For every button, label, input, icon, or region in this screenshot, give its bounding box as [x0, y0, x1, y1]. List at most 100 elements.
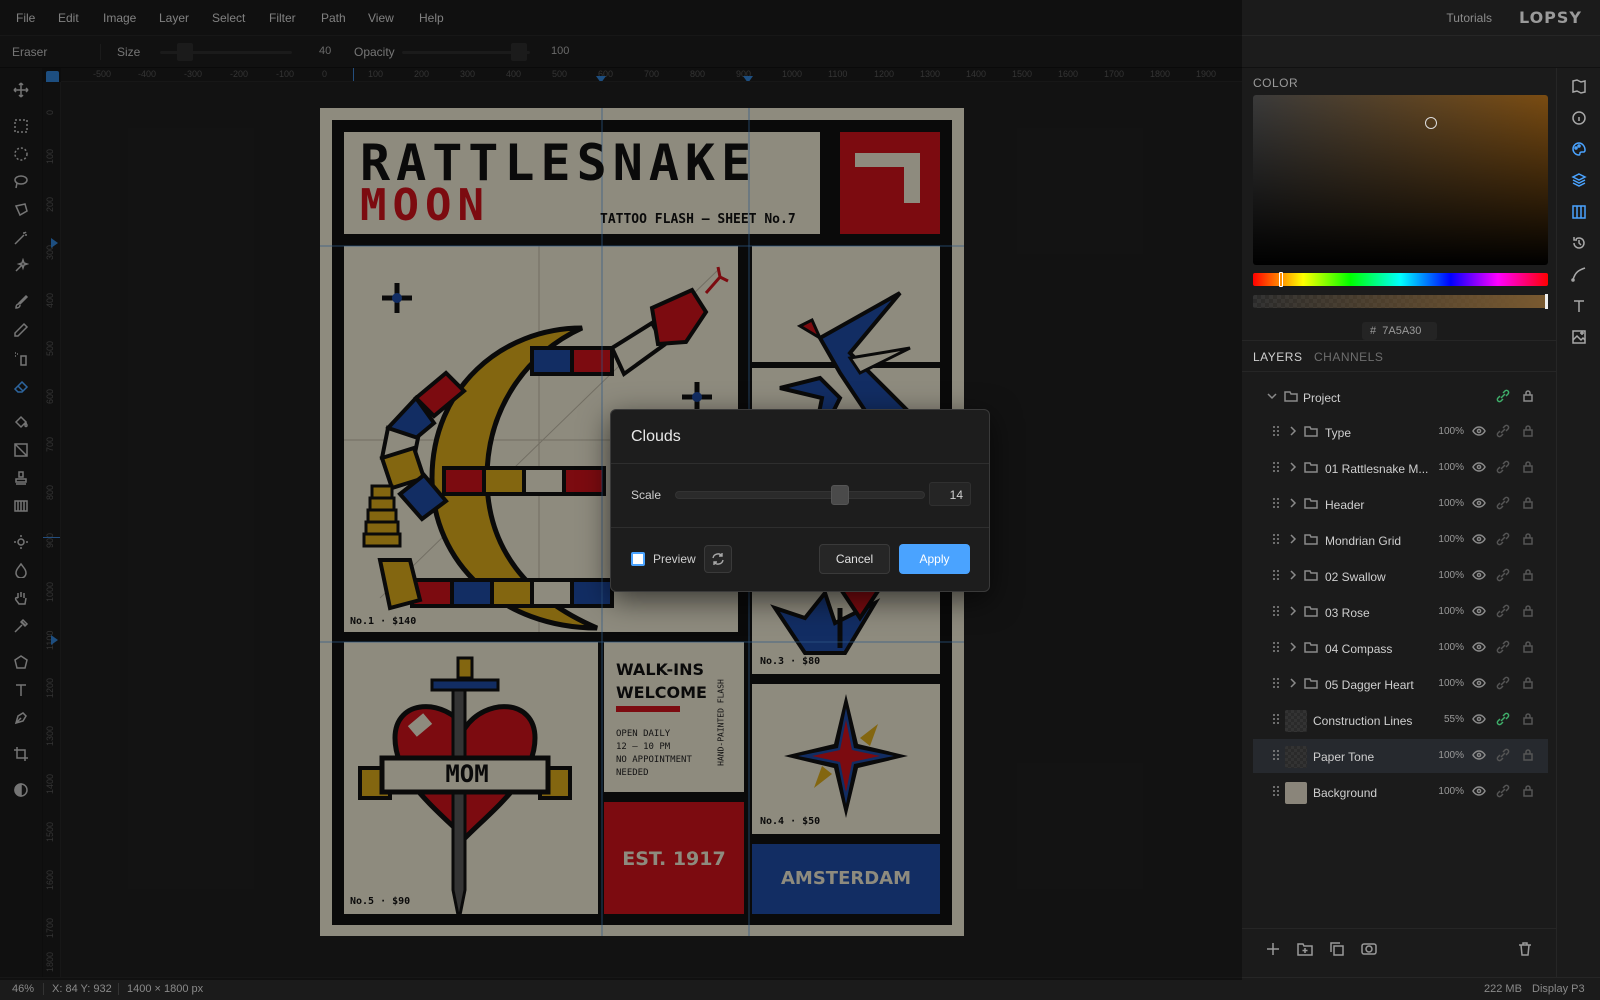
- smudge-icon[interactable]: [11, 560, 31, 580]
- quick-select-icon[interactable]: [11, 256, 31, 276]
- delete-layer-icon[interactable]: [1517, 941, 1535, 959]
- menu-edit[interactable]: Edit: [58, 11, 79, 25]
- text-tool-icon[interactable]: [11, 680, 31, 700]
- layers-icon[interactable]: [1569, 170, 1589, 190]
- polygon-lasso-icon[interactable]: [11, 200, 31, 220]
- drag-handle-icon[interactable]: [1269, 532, 1285, 548]
- layer-row[interactable]: Header 100%: [1253, 487, 1548, 521]
- eye-icon[interactable]: [1472, 568, 1488, 584]
- tab-layers[interactable]: LAYERS: [1253, 350, 1302, 364]
- polygon-shape-icon[interactable]: [11, 652, 31, 672]
- color-picker-field[interactable]: [1253, 95, 1548, 265]
- chevron-right-icon[interactable]: [1286, 676, 1302, 692]
- lock-icon[interactable]: [1521, 712, 1537, 728]
- eye-icon[interactable]: [1472, 532, 1488, 548]
- menu-select[interactable]: Select: [212, 11, 245, 25]
- eye-icon[interactable]: [1472, 604, 1488, 620]
- eye-icon[interactable]: [1472, 460, 1488, 476]
- drag-handle-icon[interactable]: [1269, 676, 1285, 692]
- lock-icon[interactable]: [1521, 676, 1537, 692]
- channels-icon[interactable]: [1569, 202, 1589, 222]
- eye-icon[interactable]: [1472, 712, 1488, 728]
- duplicate-layer-icon[interactable]: [1329, 941, 1347, 959]
- pen-tool-icon[interactable]: [11, 708, 31, 728]
- new-group-icon[interactable]: [1297, 941, 1315, 959]
- rect-select-icon[interactable]: [11, 116, 31, 136]
- dodge-icon[interactable]: [11, 532, 31, 552]
- link-icon[interactable]: [1496, 532, 1512, 548]
- magic-wand-icon[interactable]: [11, 228, 31, 248]
- layer-row[interactable]: 02 Swallow 100%: [1253, 559, 1548, 593]
- image-adjust-icon[interactable]: [1569, 327, 1589, 347]
- spray-icon[interactable]: [11, 348, 31, 368]
- pattern-icon[interactable]: [11, 496, 31, 516]
- character-icon[interactable]: [1569, 296, 1589, 316]
- gradient-icon[interactable]: [11, 440, 31, 460]
- layer-row[interactable]: 01 Rattlesnake M... 100%: [1253, 451, 1548, 485]
- pencil-icon[interactable]: [11, 320, 31, 340]
- chevron-right-icon[interactable]: [1286, 496, 1302, 512]
- menu-view[interactable]: View: [368, 11, 394, 25]
- menu-help[interactable]: Help: [419, 11, 444, 25]
- stamp-icon[interactable]: [11, 468, 31, 488]
- link-icon[interactable]: [1496, 604, 1512, 620]
- layer-row[interactable]: Project: [1253, 380, 1548, 414]
- lock-icon[interactable]: [1521, 604, 1537, 620]
- lock-icon[interactable]: [1521, 496, 1537, 512]
- scale-value-input[interactable]: 14: [929, 482, 971, 506]
- paint-bucket-icon[interactable]: [11, 412, 31, 432]
- palette-icon[interactable]: [1569, 139, 1589, 159]
- move-tool-icon[interactable]: [11, 80, 31, 100]
- eraser-icon[interactable]: [11, 376, 31, 396]
- mask-icon[interactable]: [1361, 941, 1379, 959]
- info-icon[interactable]: [1569, 108, 1589, 128]
- menu-layer[interactable]: Layer: [159, 11, 189, 25]
- opacity-value[interactable]: 100: [551, 45, 569, 57]
- eye-icon[interactable]: [1472, 748, 1488, 764]
- drag-handle-icon[interactable]: [1269, 568, 1285, 584]
- link-icon[interactable]: [1496, 712, 1512, 728]
- lock-icon[interactable]: [1521, 640, 1537, 656]
- eye-icon[interactable]: [1472, 496, 1488, 512]
- eye-icon[interactable]: [1472, 640, 1488, 656]
- layer-row[interactable]: Mondrian Grid 100%: [1253, 523, 1548, 557]
- cancel-button[interactable]: Cancel: [819, 544, 890, 574]
- alpha-slider-handle[interactable]: [1545, 294, 1548, 309]
- lock-icon[interactable]: [1521, 389, 1537, 405]
- layer-row[interactable]: Paper Tone 100%: [1253, 739, 1548, 773]
- scale-slider-thumb[interactable]: [831, 485, 849, 505]
- brush-icon[interactable]: [11, 292, 31, 312]
- link-icon[interactable]: [1496, 424, 1512, 440]
- layer-row[interactable]: 05 Dagger Heart 100%: [1253, 667, 1548, 701]
- lock-icon[interactable]: [1521, 748, 1537, 764]
- layer-row[interactable]: Type 100%: [1253, 415, 1548, 449]
- link-icon[interactable]: [1496, 496, 1512, 512]
- layer-row[interactable]: 03 Rose 100%: [1253, 595, 1548, 629]
- lasso-icon[interactable]: [11, 172, 31, 192]
- drag-handle-icon[interactable]: [1269, 640, 1285, 656]
- drag-handle-icon[interactable]: [1269, 424, 1285, 440]
- size-slider-thumb[interactable]: [177, 43, 193, 61]
- drag-handle-icon[interactable]: [1269, 460, 1285, 476]
- layer-row[interactable]: 04 Compass 100%: [1253, 631, 1548, 665]
- chevron-right-icon[interactable]: [1286, 460, 1302, 476]
- history-icon[interactable]: [1569, 233, 1589, 253]
- preview-checkbox[interactable]: [631, 552, 645, 566]
- drag-handle-icon[interactable]: [1269, 604, 1285, 620]
- link-icon[interactable]: [1496, 389, 1512, 405]
- link-icon[interactable]: [1496, 784, 1512, 800]
- eye-icon[interactable]: [1472, 784, 1488, 800]
- add-layer-icon[interactable]: [1265, 941, 1283, 959]
- zoom-level[interactable]: 46%: [12, 983, 34, 995]
- menu-image[interactable]: Image: [103, 11, 136, 25]
- layer-row[interactable]: Background 100%: [1253, 775, 1548, 809]
- lock-icon[interactable]: [1521, 784, 1537, 800]
- link-icon[interactable]: [1496, 640, 1512, 656]
- chevron-down-icon[interactable]: [1265, 389, 1281, 405]
- eyedropper-icon[interactable]: [11, 616, 31, 636]
- tab-channels[interactable]: CHANNELS: [1314, 350, 1383, 364]
- eye-icon[interactable]: [1472, 424, 1488, 440]
- drag-handle-icon[interactable]: [1269, 712, 1285, 728]
- menu-path[interactable]: Path: [321, 11, 346, 25]
- crop-icon[interactable]: [11, 744, 31, 764]
